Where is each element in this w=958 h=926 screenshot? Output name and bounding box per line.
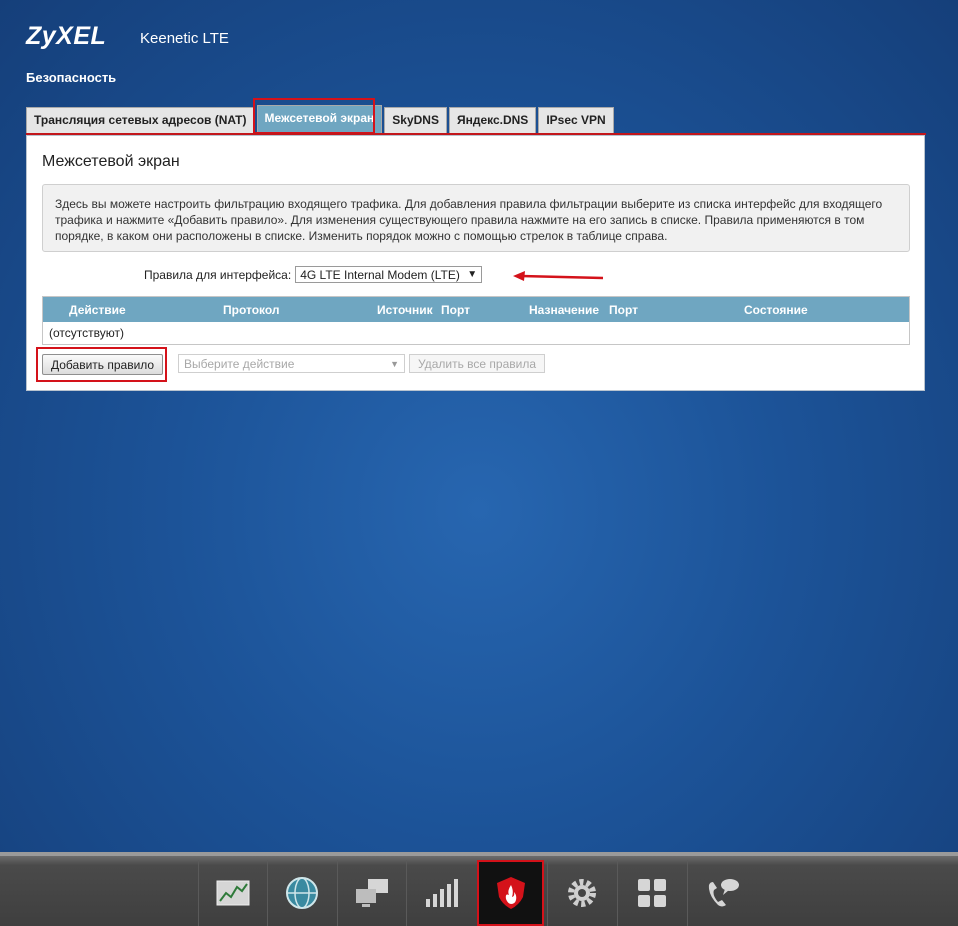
header: ZyXEL Keenetic LTE Безопасность bbox=[0, 0, 958, 100]
brand-logo: ZyXEL bbox=[26, 22, 107, 50]
interface-select-value: 4G LTE Internal Modem (LTE) bbox=[300, 267, 460, 282]
firewall-panel: Межсетевой экран Здесь вы можете настрои… bbox=[26, 135, 925, 391]
dock-divider bbox=[0, 852, 958, 856]
bottom-dock bbox=[0, 852, 958, 926]
action-select[interactable]: Выберите действие ▼ bbox=[178, 354, 405, 373]
col-state: Состояние bbox=[744, 303, 808, 317]
col-destination: Назначение bbox=[529, 303, 600, 317]
info-box: Здесь вы можете настроить фильтрацию вхо… bbox=[42, 184, 910, 252]
firewall-shield-icon bbox=[496, 877, 525, 909]
dropdown-arrow-icon: ▼ bbox=[390, 358, 399, 369]
phone-chat-icon bbox=[708, 879, 739, 907]
panel-title: Межсетевой экран bbox=[42, 153, 180, 170]
tab-ipsec-vpn[interactable]: IPsec VPN bbox=[538, 107, 614, 135]
dock-internet[interactable] bbox=[267, 860, 336, 926]
dock-security[interactable] bbox=[477, 860, 544, 926]
col-protocol: Протокол bbox=[223, 303, 280, 317]
dock-apps[interactable] bbox=[617, 860, 686, 926]
table-header: Действие Протокол Источник Порт Назначен… bbox=[43, 297, 909, 322]
gear-icon bbox=[568, 879, 596, 907]
dock-home-network[interactable] bbox=[337, 860, 406, 926]
dock-monitor[interactable] bbox=[198, 860, 267, 926]
dock-telephony[interactable] bbox=[687, 860, 756, 926]
table-row: (отсутствуют) bbox=[43, 322, 909, 344]
tab-skydns[interactable]: SkyDNS bbox=[384, 107, 447, 135]
arrow-annotation-icon bbox=[513, 271, 604, 281]
tab-nat[interactable]: Трансляция сетевых адресов (NAT) bbox=[26, 107, 255, 135]
monitor-chart-icon bbox=[216, 880, 250, 906]
action-select-placeholder: Выберите действие bbox=[184, 356, 295, 371]
interface-row: Правила для интерфейса: 4G LTE Internal … bbox=[144, 266, 483, 283]
apps-grid-icon bbox=[638, 879, 666, 907]
add-button-highlight-annotation bbox=[36, 347, 167, 382]
delete-all-rules-button[interactable]: Удалить все правила bbox=[409, 354, 545, 373]
tab-highlight-annotation bbox=[253, 98, 375, 134]
interface-label: Правила для интерфейса: bbox=[144, 267, 292, 282]
page-title: Безопасность bbox=[26, 70, 117, 85]
col-destination-port: Порт bbox=[609, 303, 639, 317]
network-computers-icon bbox=[356, 879, 388, 907]
interface-select[interactable]: 4G LTE Internal Modem (LTE) ▼ bbox=[295, 266, 483, 283]
rules-table: Действие Протокол Источник Порт Назначен… bbox=[42, 296, 910, 345]
globe-icon bbox=[286, 877, 318, 909]
empty-table-text: (отсутствуют) bbox=[49, 326, 124, 340]
model-name: Keenetic LTE bbox=[140, 30, 229, 47]
signal-bars-icon bbox=[426, 879, 458, 907]
dock-signal[interactable] bbox=[406, 860, 475, 926]
col-source-port: Порт bbox=[441, 303, 471, 317]
dropdown-arrow-icon: ▼ bbox=[467, 269, 478, 280]
dock-system[interactable] bbox=[547, 860, 616, 926]
col-source: Источник bbox=[377, 303, 433, 317]
col-action: Действие bbox=[69, 303, 126, 317]
tab-yandex-dns[interactable]: Яндекс.DNS bbox=[448, 107, 537, 135]
